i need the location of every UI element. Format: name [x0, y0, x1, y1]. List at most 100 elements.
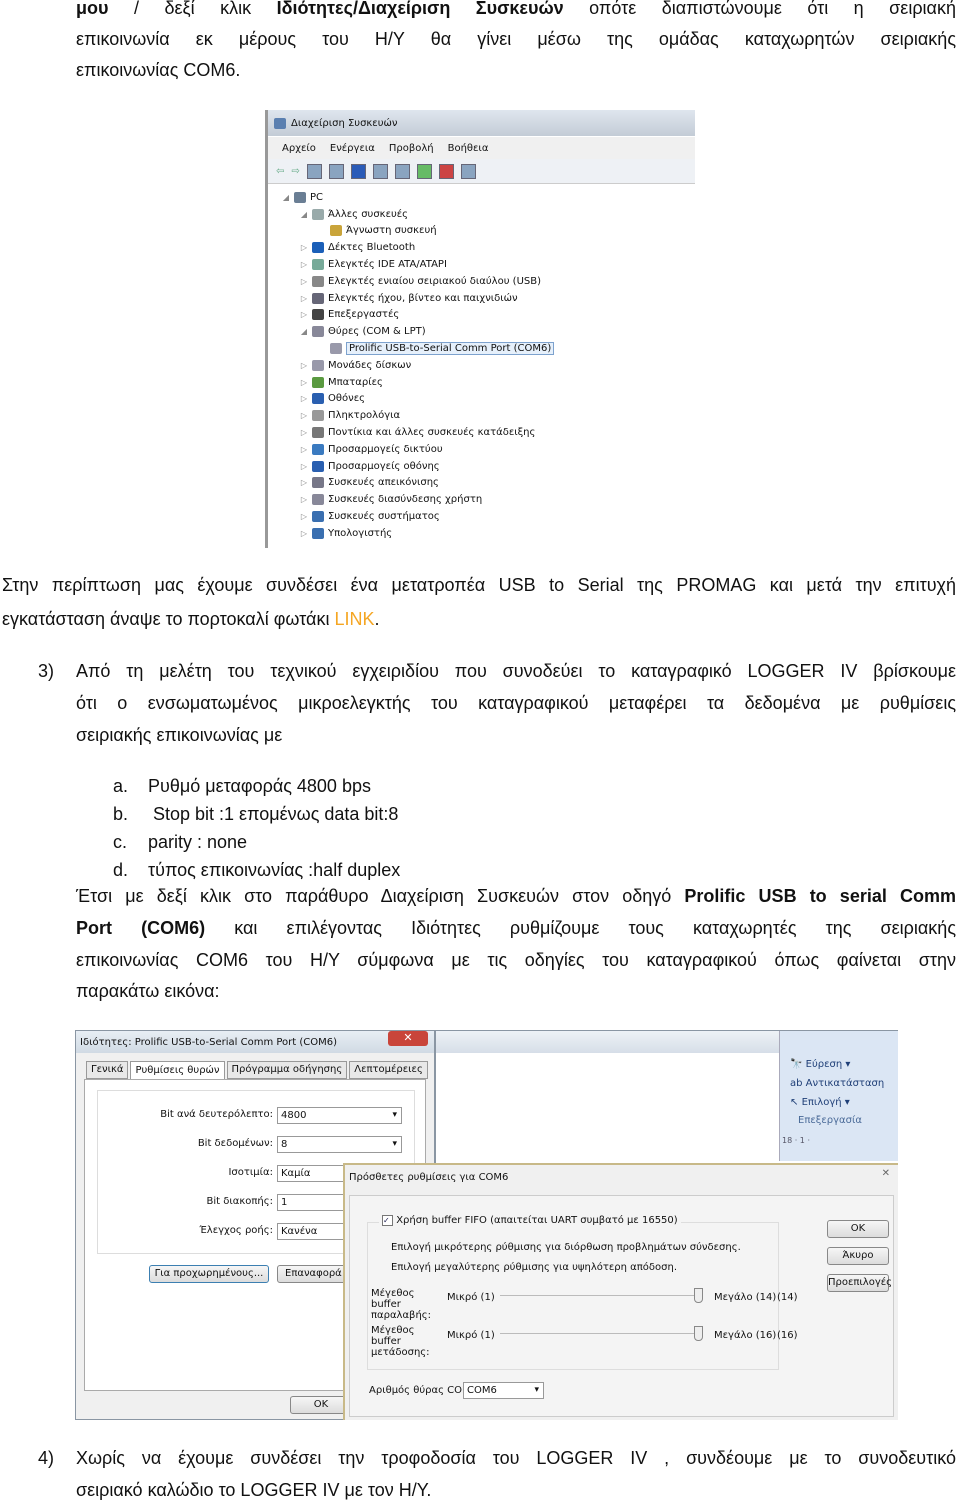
defaults-button[interactable]: Προεπιλογές	[827, 1274, 892, 1292]
rx-max: Μεγάλο (14)	[714, 1292, 777, 1303]
com-port-select[interactable]: COM6	[463, 1382, 544, 1399]
expand-icon[interactable]: ▷	[300, 411, 308, 420]
device-category-icon	[312, 208, 324, 220]
field-select[interactable]: 4800	[277, 1107, 402, 1124]
text-line: παρακάτω εικόνα:	[76, 981, 220, 1001]
expand-icon[interactable]: ▷	[300, 277, 308, 286]
uninstall-icon[interactable]	[438, 163, 454, 179]
slider-thumb[interactable]	[694, 1326, 703, 1341]
tree-item[interactable]: ◢ Θύρες (COM & LPT)	[268, 323, 695, 340]
text-line: σειριακής επικοινωνίας με	[76, 725, 283, 745]
expand-icon[interactable]: ◢	[300, 210, 308, 219]
tree-item[interactable]: ◢ PC	[268, 189, 695, 206]
tree-item-label: Δέκτες Bluetooth	[328, 242, 416, 254]
scan-hardware-icon[interactable]	[394, 163, 410, 179]
tree-item[interactable]: ▷ Μπαταρίες	[268, 374, 695, 391]
action-pane-icon[interactable]	[372, 163, 388, 179]
expand-icon[interactable]: ▷	[300, 260, 308, 269]
text-line: σειριακό καλώδιο το LOGGER IV με τον Η/Υ…	[76, 1480, 432, 1500]
close-icon[interactable]: ✕	[388, 1031, 428, 1046]
tab-details[interactable]: Λεπτομέρειες	[349, 1061, 428, 1079]
expand-icon[interactable]: ▷	[300, 378, 308, 387]
menu-help[interactable]: Βοήθεια	[448, 143, 489, 154]
rx-slider[interactable]	[500, 1288, 703, 1303]
text-line: επικοινωνίας COM6 του Η/Υ σύμφωνα με τις…	[76, 950, 956, 970]
expand-icon[interactable]: ▷	[300, 445, 308, 454]
tree-item[interactable]: ▷ Δέκτες Bluetooth	[268, 239, 695, 256]
tab-driver[interactable]: Πρόγραμμα οδήγησης	[226, 1061, 348, 1079]
device-category-icon	[312, 292, 324, 304]
tx-slider[interactable]	[500, 1326, 703, 1341]
expand-icon[interactable]: ▷	[300, 361, 308, 370]
update-driver-icon[interactable]	[416, 163, 432, 179]
ok-button[interactable]: OK	[827, 1220, 889, 1238]
menu-file[interactable]: Αρχείο	[282, 143, 316, 154]
tree-item[interactable]: ▷ Οθόνες	[268, 391, 695, 408]
find-button[interactable]: 🔭 Εύρεση ▾	[790, 1059, 850, 1070]
help-icon[interactable]	[350, 163, 366, 179]
select-button[interactable]: ↖ Επιλογή ▾	[790, 1097, 850, 1108]
field-select[interactable]: 8	[277, 1136, 402, 1153]
advanced-settings-dialog: Πρόσθετες ρυθμίσεις για COM6 ✕ ✓ Χρήση b…	[343, 1163, 898, 1420]
disable-icon[interactable]	[460, 163, 476, 179]
tree-item[interactable]: ▷ Επεξεργαστές	[268, 307, 695, 324]
tree-item-label: Υπολογιστής	[328, 527, 393, 539]
tree-item[interactable]: ◢ Άλλες συσκευές	[268, 206, 695, 223]
expand-icon[interactable]: ◢	[282, 193, 290, 202]
expand-icon[interactable]: ▷	[300, 462, 308, 471]
tree-item[interactable]: ▷ Ελεγκτές ήχου, βίντεο και παιχνιδιών	[268, 290, 695, 307]
tree-item[interactable]: ▷ Συσκευές συστήματος	[268, 508, 695, 525]
cancel-button[interactable]: Άκυρο	[827, 1247, 889, 1265]
tree-item-label: Οθόνες	[328, 393, 365, 405]
close-icon[interactable]: ✕	[882, 1168, 890, 1179]
expand-icon[interactable]: ▷	[300, 394, 308, 403]
tree-item-label: Επεξεργαστές	[328, 309, 400, 321]
expand-icon[interactable]: ◢	[300, 327, 308, 336]
expand-icon[interactable]: ▷	[300, 478, 308, 487]
device-category-icon	[330, 225, 342, 237]
expand-icon[interactable]: ▷	[300, 428, 308, 437]
console-tree-icon[interactable]	[306, 163, 322, 179]
tree-item[interactable]: ▷ Συσκευές απεικόνισης	[268, 475, 695, 492]
expand-icon[interactable]: ▷	[300, 310, 308, 319]
rx-value: (14)	[777, 1292, 798, 1303]
device-category-icon	[312, 477, 324, 489]
list-marker: c.	[113, 832, 128, 852]
expand-icon[interactable]: ▷	[300, 243, 308, 252]
tree-item-label: Συσκευές συστήματος	[328, 511, 440, 523]
tree-item-label: Πληκτρολόγια	[328, 410, 401, 422]
tree-item[interactable]: ▷ Μονάδες δίσκων	[268, 357, 695, 374]
properties-icon[interactable]	[328, 163, 344, 179]
replace-button[interactable]: ab Αντικατάσταση	[790, 1078, 884, 1089]
menu-action[interactable]: Ενέργεια	[330, 143, 375, 154]
tree-item[interactable]: ▷ Πληκτρολόγια	[268, 407, 695, 424]
tree-item[interactable]: ▷ Προσαρμογείς οθόνης	[268, 458, 695, 475]
forward-icon[interactable]: ⇨	[291, 166, 299, 177]
field-label: Bit διακοπής:	[206, 1196, 273, 1207]
tree-item[interactable]: ▷ Ελεγκτές IDE ATA/ATAPI	[268, 256, 695, 273]
advanced-button[interactable]: Για προχωρημένους...	[149, 1265, 269, 1283]
tree-item[interactable]: Άγνωστη συσκευή	[268, 223, 695, 240]
checkbox-checked-icon[interactable]: ✓	[382, 1215, 393, 1226]
text-line: μου / δεξί κλικ Ιδιότητες/Διαχείριση Συσ…	[76, 0, 956, 18]
tab-general[interactable]: Γενικά	[86, 1061, 129, 1079]
menu-view[interactable]: Προβολή	[389, 143, 434, 154]
tree-item[interactable]: ▷ Ποντίκια και άλλες συσκευές κατάδειξης	[268, 424, 695, 441]
expand-icon[interactable]: ▷	[300, 512, 308, 521]
tree-item[interactable]: ▷ Ελεγκτές ενιαίου σειριακού διαύλου (USB…	[268, 273, 695, 290]
tree-item-label: Άλλες συσκευές	[328, 208, 409, 220]
expand-icon[interactable]: ▷	[300, 495, 308, 504]
expand-icon[interactable]: ▷	[300, 529, 308, 538]
device-category-icon	[312, 511, 324, 523]
list-item: Ρυθμό μεταφοράς 4800 bps	[148, 776, 371, 796]
expand-icon[interactable]: ▷	[300, 294, 308, 303]
tab-port-settings[interactable]: Ρυθμίσεις θυρών	[130, 1061, 225, 1079]
tree-item[interactable]: ▷ Προσαρμογείς δικτύου	[268, 441, 695, 458]
tree-item[interactable]: ▷ Συσκευές διασύνδεσης χρήστη	[268, 491, 695, 508]
tree-item[interactable]: ▷ Υπολογιστής	[268, 525, 695, 542]
field-label: Bit δεδομένων:	[197, 1138, 273, 1149]
slider-thumb[interactable]	[694, 1288, 703, 1303]
back-icon[interactable]: ⇦	[276, 166, 284, 177]
fifo-checkbox[interactable]: ✓ Χρήση buffer FIFO (απαιτείται UART συμ…	[379, 1215, 681, 1226]
tree-item[interactable]: Prolific USB-to-Serial Comm Port (COM6)	[268, 340, 695, 357]
